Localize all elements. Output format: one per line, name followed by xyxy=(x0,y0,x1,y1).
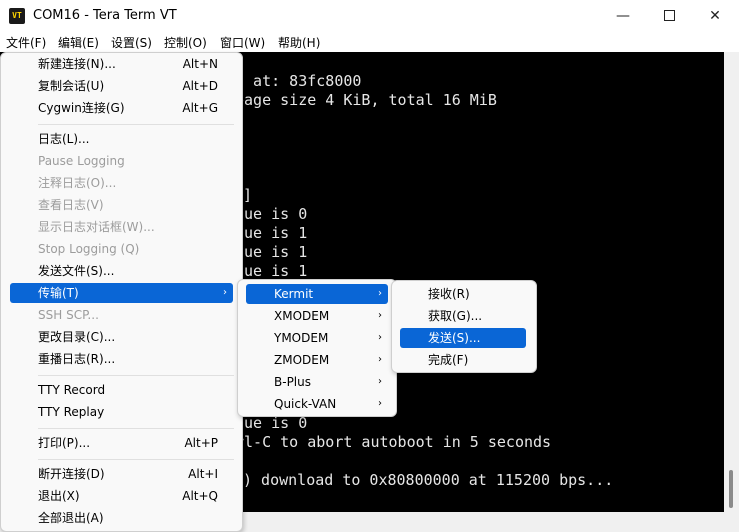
title-bar: VT COM16 - Tera Term VT — ✕ xyxy=(0,0,739,33)
chevron-right-icon: › xyxy=(378,398,382,409)
close-icon: ✕ xyxy=(709,8,721,24)
terminal-line: ) download to 0x80800000 at 115200 bps..… xyxy=(243,471,614,489)
menu-item-log[interactable]: 日志(L)... xyxy=(38,129,218,149)
menu-setup[interactable]: 设置(S) xyxy=(111,34,152,51)
chevron-right-icon: › xyxy=(378,332,382,343)
terminal-line: lue is 0 xyxy=(235,205,308,223)
maximize-button[interactable] xyxy=(646,0,692,32)
submenu-item-zmodem[interactable]: ZMODEM › xyxy=(246,350,388,370)
menu-item-stop-logging: Stop Logging (Q) xyxy=(38,242,140,256)
kermit-item-send[interactable]: 发送(S)... xyxy=(400,328,526,348)
menu-item-cygwin-connection[interactable]: Cygwin连接(G) Alt+G xyxy=(38,98,218,118)
menu-item-duplicate-session[interactable]: 复制会话(U) Alt+D xyxy=(38,76,218,96)
kermit-item-receive[interactable]: 接收(R) xyxy=(428,284,528,304)
menu-item-view-log: 查看日志(V) xyxy=(38,198,104,212)
vertical-scrollbar[interactable] xyxy=(724,52,739,512)
kermit-item-finish[interactable]: 完成(F) xyxy=(428,350,528,370)
chevron-right-icon: › xyxy=(378,376,382,387)
menu-item-change-directory[interactable]: 更改目录(C)... xyxy=(38,327,218,347)
scrollbar-thumb[interactable] xyxy=(729,470,733,508)
submenu-item-kermit[interactable]: Kermit › xyxy=(246,284,388,304)
menu-item-show-log-dialog: 显示日志对话框(W)... xyxy=(38,220,155,234)
menu-item-replay-log[interactable]: 重播日志(R)... xyxy=(38,349,218,369)
menu-item-comment-log: 注释日志(O)... xyxy=(38,176,117,190)
menu-item-exit-all[interactable]: 全部退出(A) xyxy=(38,508,218,528)
minimize-button[interactable]: — xyxy=(600,0,646,32)
chevron-right-icon: › xyxy=(378,354,382,365)
menu-item-pause-logging: Pause Logging xyxy=(38,154,125,168)
minimize-icon: — xyxy=(616,8,630,24)
menu-separator xyxy=(38,124,234,125)
menu-window[interactable]: 窗口(W) xyxy=(220,34,265,51)
menu-item-tty-replay[interactable]: TTY Replay xyxy=(38,402,218,422)
kermit-item-get[interactable]: 获取(G)... xyxy=(428,306,528,326)
menu-item-ssh-scp: SSH SCP... xyxy=(38,308,99,322)
menu-help[interactable]: 帮助(H) xyxy=(278,34,320,51)
chevron-right-icon: › xyxy=(378,288,382,299)
file-menu: 新建连接(N)... Alt+N 复制会话(U) Alt+D Cygwin连接(G)… xyxy=(0,52,243,532)
menu-separator xyxy=(38,375,234,376)
terminal-line: t at: 83fc8000 xyxy=(235,72,362,90)
submenu-item-ymodem[interactable]: YMODEM › xyxy=(246,328,388,348)
submenu-item-xmodem[interactable]: XMODEM › xyxy=(246,306,388,326)
menu-separator xyxy=(38,428,234,429)
window-title: COM16 - Tera Term VT xyxy=(33,8,177,23)
terminal-line: ] xyxy=(243,186,253,204)
menu-item-disconnect[interactable]: 断开连接(D) Alt+I xyxy=(38,464,218,484)
close-button[interactable]: ✕ xyxy=(692,0,738,32)
menu-item-send-file[interactable]: 发送文件(S)... xyxy=(38,261,218,281)
terminal-line: page size 4 KiB, total 16 MiB xyxy=(235,91,497,109)
menu-item-new-connection[interactable]: 新建连接(N)... Alt+N xyxy=(38,54,218,74)
maximize-icon xyxy=(663,9,675,21)
chevron-right-icon: › xyxy=(223,287,227,298)
chevron-right-icon: › xyxy=(378,310,382,321)
menu-file[interactable]: 文件(F) xyxy=(6,34,46,51)
menu-item-transfer[interactable]: 传输(T) › xyxy=(10,283,233,303)
menu-separator xyxy=(38,459,234,460)
terminal-line: lue is 1 xyxy=(235,243,308,261)
menu-item-print[interactable]: 打印(P)... Alt+P xyxy=(38,433,218,453)
terminal-line: rl-C to abort autoboot in 5 seconds xyxy=(235,433,552,451)
menu-edit[interactable]: 编辑(E) xyxy=(58,34,99,51)
menu-item-exit[interactable]: 退出(X) Alt+Q xyxy=(38,486,218,506)
menu-bar: 文件(F) 编辑(E) 设置(S) 控制(O) 窗口(W) 帮助(H) xyxy=(0,32,739,52)
terminal-line: lue is 1 xyxy=(235,224,308,242)
menu-item-tty-record[interactable]: TTY Record xyxy=(38,380,218,400)
teraterm-app-icon: VT xyxy=(9,8,25,24)
submenu-item-bplus[interactable]: B-Plus › xyxy=(246,372,388,392)
menu-control[interactable]: 控制(O) xyxy=(164,34,207,51)
kermit-submenu: 接收(R) 获取(G)... 发送(S)... 完成(F) xyxy=(391,280,537,373)
transfer-submenu: Kermit › XMODEM › YMODEM › ZMODEM › B-Pl… xyxy=(237,279,397,417)
submenu-item-quick-van[interactable]: Quick-VAN › xyxy=(246,394,388,414)
